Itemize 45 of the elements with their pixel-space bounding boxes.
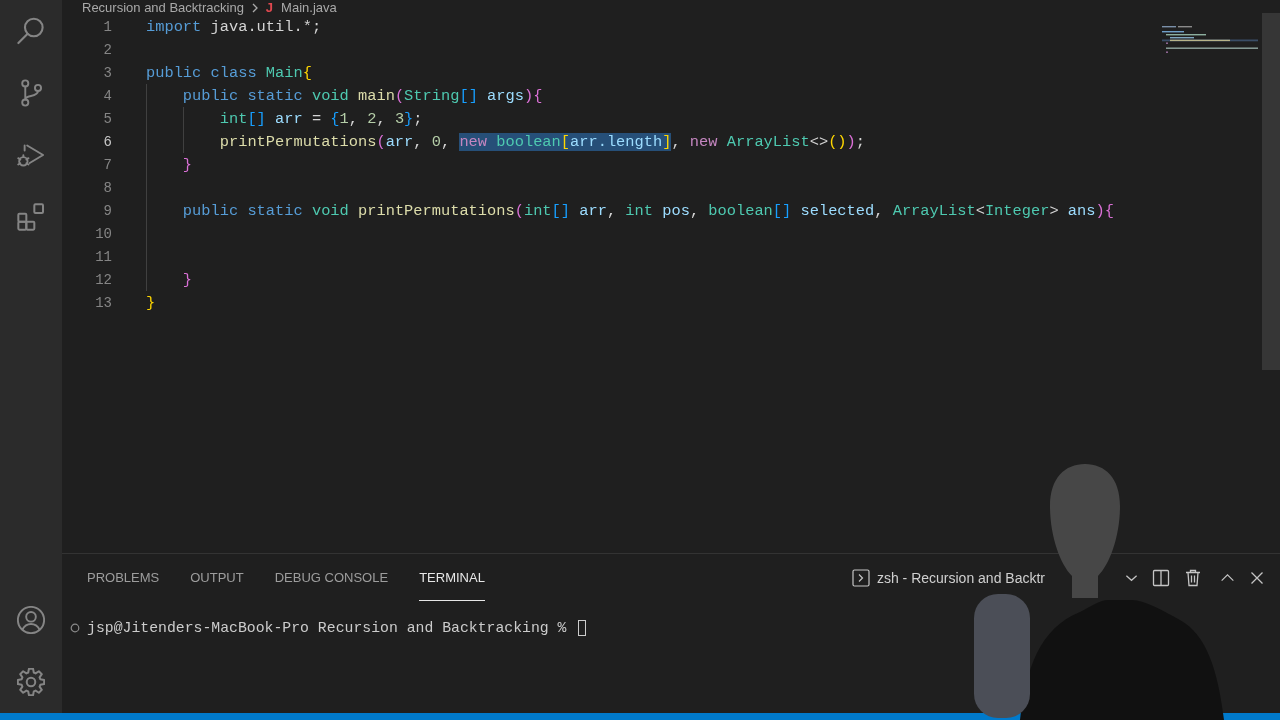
code-line: public static void main(String[] args){ (181, 85, 543, 107)
extensions-icon[interactable] (17, 203, 45, 231)
chevron-up-icon[interactable] (1220, 573, 1235, 582)
breadcrumb-folder[interactable]: Recursion and Backtracking (82, 0, 244, 15)
line-number: 2 (102, 41, 112, 58)
code-line: int[] arr = {1, 2, 3}; (218, 108, 423, 130)
line-number: 8 (102, 179, 112, 196)
terminal-title[interactable]: zsh - Recursion and Backtr (876, 569, 1045, 586)
minimap-drawing[interactable] (1162, 23, 1258, 53)
code-line: } (146, 292, 156, 314)
line-number: 10 (94, 225, 112, 242)
code-line: import java.util.*; (146, 16, 322, 38)
panel-tab[interactable]: PROBLEMS (87, 554, 160, 601)
line-number: 5 (102, 110, 112, 127)
code-line: public static void printPermutations(int[] arr, int pos, boolean[] selected, ArrayList<Integer> ans){ (181, 200, 1114, 222)
line-number: 11 (94, 248, 112, 265)
java-file-icon: J (265, 0, 274, 15)
breadcrumb-file[interactable]: Main.java (281, 0, 337, 15)
panel-tab[interactable]: OUTPUT (190, 554, 244, 601)
split-terminal-icon[interactable] (1152, 568, 1170, 587)
search-icon[interactable] (17, 17, 45, 45)
line-number: 12 (94, 271, 112, 288)
terminal-icon (851, 568, 870, 587)
trash-icon[interactable] (1184, 568, 1202, 587)
code-line: printPermutations(arr, 0, new boolean[arr.length], new ArrayList<>()); (218, 131, 865, 153)
terminal-prompt: jsp@Jitenders-MacBook-Pro Recursion and Backtracking % (87, 620, 567, 636)
settings-icon[interactable] (17, 668, 45, 696)
line-number: 3 (102, 64, 112, 81)
circle-icon (70, 623, 80, 633)
code-line: } (181, 154, 193, 176)
caret-down-icon[interactable] (1125, 573, 1138, 582)
line-number: 13 (94, 294, 112, 311)
line-number: 7 (102, 156, 112, 173)
close-icon[interactable] (1250, 570, 1264, 585)
line-number: 4 (102, 87, 112, 104)
line-number: 6 (102, 133, 112, 150)
panel-tab[interactable]: TERMINAL (419, 554, 485, 601)
code-line: } (181, 269, 193, 291)
line-number: 9 (102, 202, 112, 219)
panel-tab[interactable]: DEBUG CONSOLE (274, 554, 389, 601)
line-number: 1 (102, 18, 112, 35)
terminal-cursor (577, 620, 586, 636)
account-icon[interactable] (17, 606, 45, 634)
chevron-right-icon (251, 2, 258, 13)
code-line: public class Main{ (146, 62, 312, 84)
